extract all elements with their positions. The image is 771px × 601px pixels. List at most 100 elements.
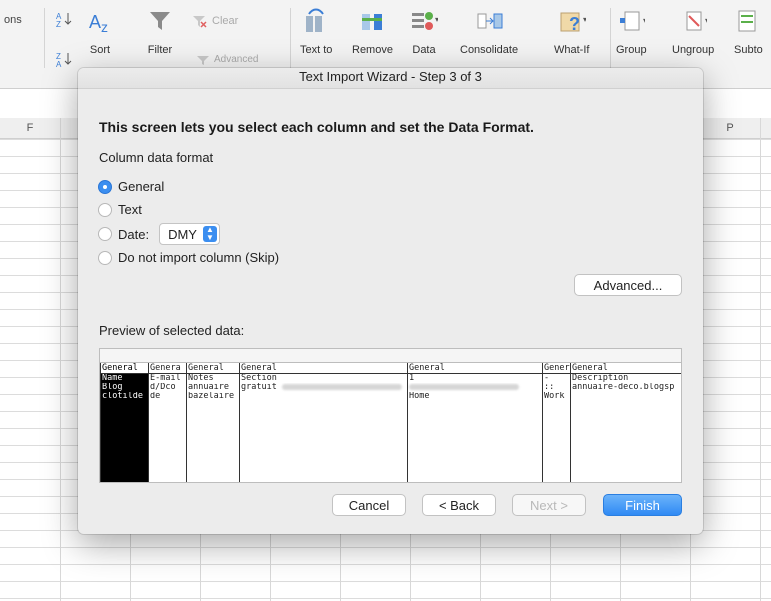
preview-column[interactable]: General Name Blog clotilde: [100, 363, 149, 482]
svg-text:▾: ▾: [583, 15, 586, 24]
finish-button[interactable]: Finish: [603, 494, 682, 516]
preview-cell-text: gratuit: [241, 383, 277, 392]
date-format-select[interactable]: DMY ▲ ▼: [159, 223, 220, 245]
preview-cell: E-mail: [150, 374, 181, 383]
preview-column-header: General: [571, 363, 681, 374]
preview-cell: annuaire-deco.blogsp: [572, 383, 675, 392]
radio-general[interactable]: General: [98, 179, 164, 194]
sort-ascending-button[interactable]: AZ: [54, 10, 74, 28]
radio-date-label: Date:: [118, 226, 150, 242]
preview-cell: Section: [241, 374, 277, 383]
back-button[interactable]: < Back: [422, 494, 496, 516]
advanced-filter-button[interactable]: Advanced: [196, 54, 258, 65]
ungroup-icon: ▾: [679, 8, 707, 34]
clear-label: Clear: [212, 15, 239, 27]
preview-column[interactable]: General Notes annuaire bazelaire: [186, 363, 240, 482]
ungroup-button[interactable]: ▾ Ungroup: [672, 8, 714, 56]
filter-button[interactable]: Filter: [146, 8, 174, 56]
preview-cell: Blog: [102, 383, 123, 392]
consolidate-button[interactable]: Consolidate: [460, 8, 518, 56]
preview-column[interactable]: General Description annuaire-deco.blogsp: [570, 363, 681, 482]
filter-label: Filter: [147, 44, 173, 56]
what-if-label: What-If: [554, 44, 590, 56]
group-icon: ▾: [617, 8, 645, 34]
preview-column[interactable]: General Section gratuit: [239, 363, 408, 482]
subtotal-button[interactable]: Subto: [734, 8, 763, 56]
preview-label: Preview of selected data:: [99, 323, 245, 338]
preview-cell: -: [544, 374, 550, 383]
advanced-button[interactable]: Advanced...: [574, 274, 682, 296]
svg-text:z: z: [101, 19, 108, 34]
preview-cell-with-redaction: gratuit: [240, 383, 408, 392]
group-label: Group: [616, 44, 647, 56]
data-validation-button[interactable]: ▾ Data: [410, 8, 438, 56]
next-button[interactable]: Next >: [512, 494, 586, 516]
remove-duplicates-label: Remove: [352, 44, 393, 56]
radio-unselected-icon: [98, 202, 112, 217]
consolidate-icon: [475, 8, 503, 34]
radio-skip[interactable]: Do not import column (Skip): [98, 250, 279, 265]
text-to-columns-icon: [302, 8, 330, 34]
svg-text:▾: ▾: [435, 15, 438, 24]
sheet-row-line: [0, 564, 771, 565]
consolidate-label: Consolidate: [460, 44, 519, 56]
preview-ruler: [100, 349, 681, 363]
clear-button[interactable]: Clear: [192, 14, 238, 28]
subtotal-label: Subto: [734, 44, 763, 56]
preview-column[interactable]: Genera E-mail d/Dco de: [148, 363, 187, 482]
preview-column-header: General: [101, 363, 149, 374]
what-if-button[interactable]: ?▾ What-If: [554, 8, 589, 56]
preview-column[interactable]: General 1 Home: [407, 363, 543, 482]
preview-cell: 1: [409, 374, 415, 383]
preview-column-header: Gener: [543, 363, 571, 374]
radio-unselected-icon: [98, 250, 112, 265]
sort-descending-icon: ZA: [56, 52, 72, 68]
sheet-column-line: [760, 118, 761, 601]
column-data-format-label: Column data format: [99, 150, 214, 165]
preview-cell: d/Dco: [150, 383, 176, 392]
column-header-p[interactable]: P: [700, 118, 760, 138]
preview-cell: Work: [544, 392, 565, 401]
data-validation-icon: ▾: [410, 8, 438, 34]
advanced-filter-label: Advanced: [214, 54, 259, 65]
preview-cell: Notes: [188, 374, 214, 383]
svg-text:Z: Z: [56, 20, 61, 28]
clear-filter-icon: [193, 16, 207, 28]
group-button[interactable]: ▾ Group: [616, 8, 647, 56]
ribbon-separator: [44, 8, 45, 68]
preview-table[interactable]: General Name Blog clotilde Genera E-mail…: [99, 348, 682, 483]
ribbon-cut-label: ons: [4, 14, 22, 26]
preview-cell: Description: [572, 374, 629, 383]
sort-descending-button[interactable]: ZA: [54, 50, 74, 68]
column-header-f[interactable]: F: [0, 118, 60, 138]
redacted-text: [409, 383, 519, 390]
what-if-icon: ?▾: [558, 8, 586, 34]
chevron-updown-icon: ▲ ▼: [202, 226, 217, 242]
sheet-column-line: [60, 118, 61, 601]
radio-date[interactable]: Date: DMY ▲ ▼: [98, 223, 220, 245]
remove-duplicates-icon: [358, 8, 386, 34]
preview-column[interactable]: Gener - :: Work: [542, 363, 571, 482]
preview-cell: bazelaire: [188, 392, 235, 401]
preview-column-header: General: [187, 363, 240, 374]
filter-icon: [146, 8, 174, 34]
text-to-columns-label: Text to: [300, 44, 333, 56]
radio-text-label: Text: [118, 202, 142, 217]
sort-az-icon: Az: [86, 8, 114, 34]
sort-button[interactable]: Az Sort: [86, 8, 114, 56]
data-validation-label: Data: [412, 44, 436, 56]
advanced-filter-icon: [197, 55, 209, 65]
preview-cell: Home: [409, 392, 430, 401]
radio-selected-icon: [98, 179, 112, 194]
sheet-row-line: [0, 598, 771, 599]
cancel-button[interactable]: Cancel: [332, 494, 406, 516]
dialog-title: Text Import Wizard - Step 3 of 3: [78, 68, 703, 89]
remove-duplicates-button[interactable]: Remove: [352, 8, 393, 56]
ungroup-label: Ungroup: [672, 44, 715, 56]
date-format-value: DMY: [168, 226, 197, 242]
preview-column-header: General: [240, 363, 408, 374]
ribbon-separator: [290, 8, 291, 68]
text-to-columns-button[interactable]: Text to: [300, 8, 332, 56]
svg-text:▾: ▾: [705, 16, 707, 25]
radio-text[interactable]: Text: [98, 202, 142, 217]
